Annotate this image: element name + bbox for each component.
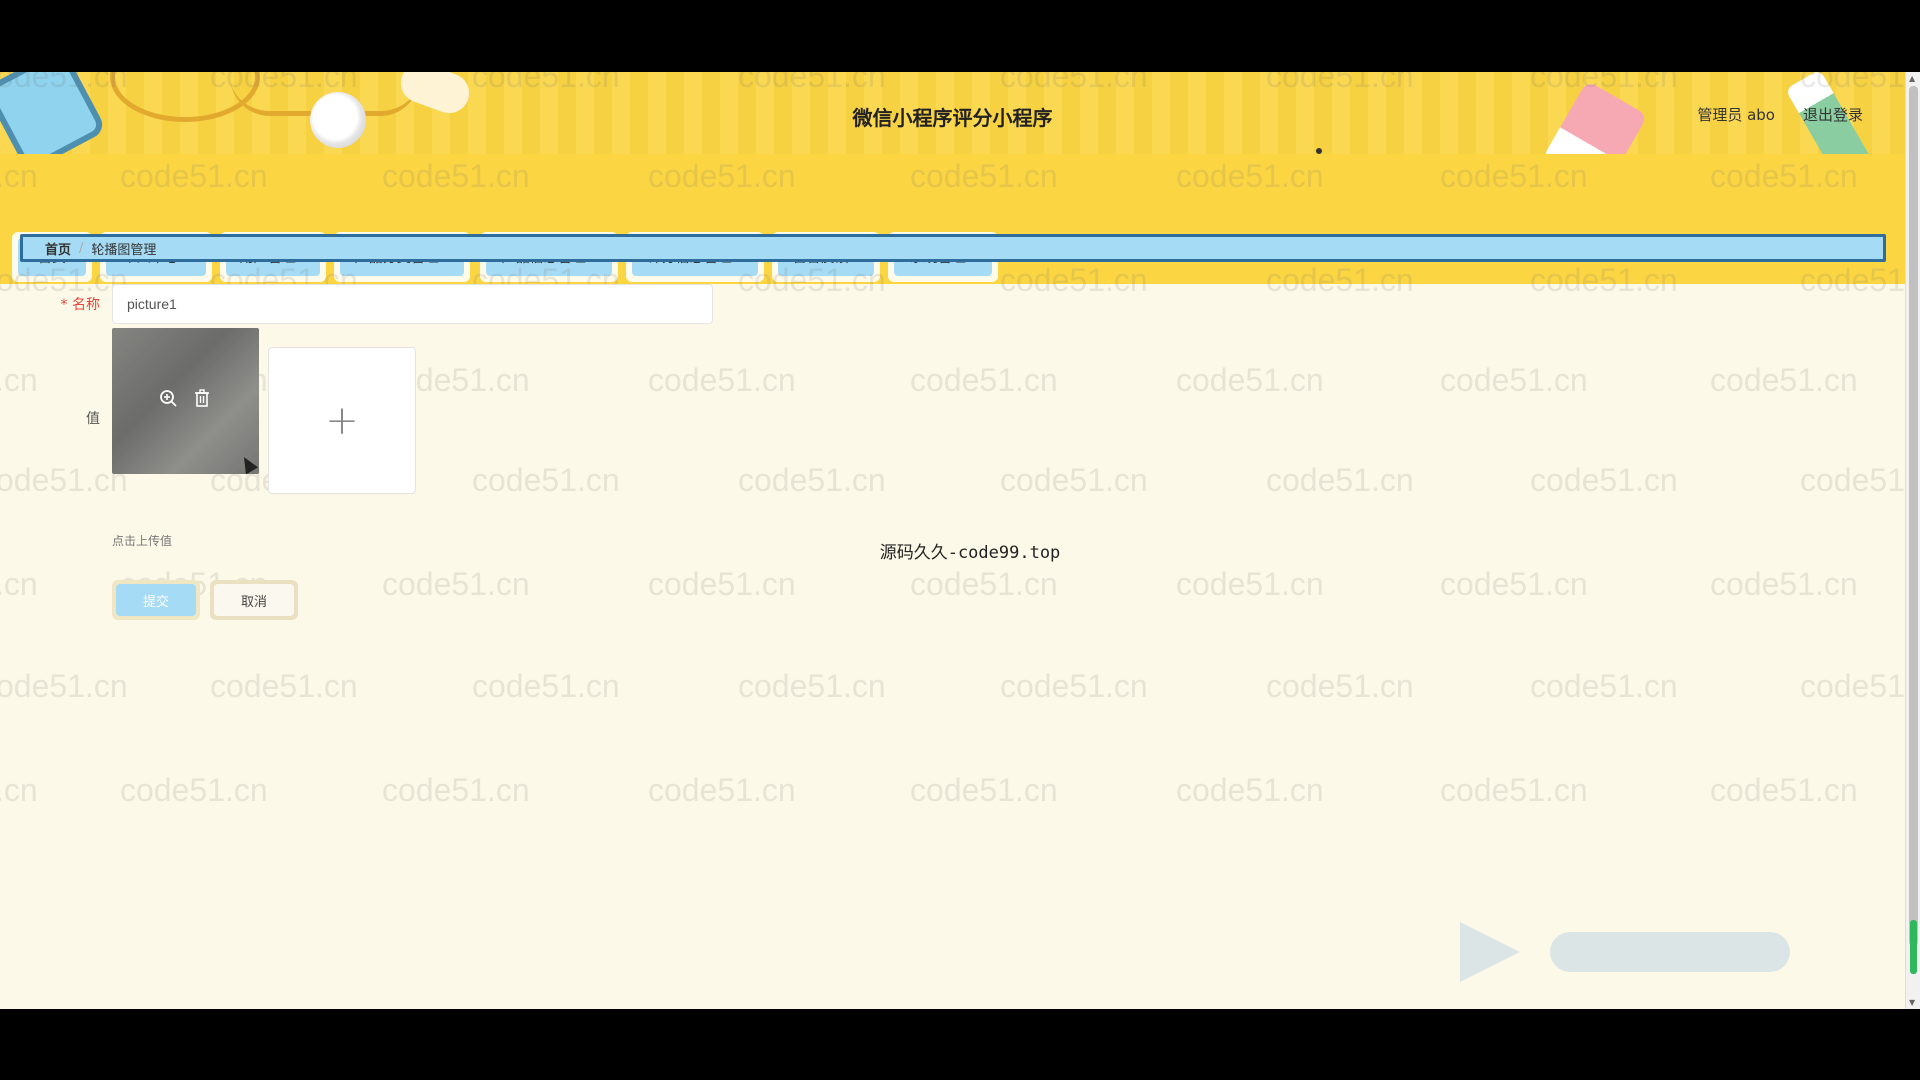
logout-link[interactable]: 退出登录 xyxy=(1803,104,1863,125)
watermark-text: code51.cn xyxy=(1440,772,1588,808)
watermark-text: code51.cn xyxy=(1000,462,1148,498)
watermark-text: code51.cn xyxy=(1710,772,1858,808)
submit-button[interactable]: 提交 xyxy=(112,580,200,620)
watermark-text: code51.cn xyxy=(1266,668,1414,704)
thumbnail-overlay xyxy=(112,328,259,474)
breadcrumb-current: 轮播图管理 xyxy=(91,242,157,258)
trash-icon[interactable] xyxy=(192,388,212,408)
scroll-down-arrow-icon[interactable]: ▼ xyxy=(1909,998,1915,1007)
required-mark: * xyxy=(60,297,68,313)
watermark-text: code51.cn xyxy=(1000,668,1148,704)
watermark-text: code51.cn xyxy=(1176,362,1324,398)
watermark-text: code51.cn xyxy=(382,772,530,808)
user-info: 管理员 abo xyxy=(1697,106,1775,124)
watermark-text: code51.cn xyxy=(1530,668,1678,704)
watermark-text: code51.cn xyxy=(0,462,128,498)
uploaded-image-thumbnail[interactable] xyxy=(112,328,259,474)
image-upload-button[interactable]: + xyxy=(268,347,416,494)
main-nav: 首页 个人中心⌄ 用户管理⌄ 产品分类管理⌄ 产品信息管理⌄ 评分信息管理⌄ 留… xyxy=(0,154,1905,284)
watermark-text: code51.cn xyxy=(1176,566,1324,602)
value-label: 值 xyxy=(86,411,100,427)
vertical-scrollbar[interactable]: ▲ ▼ xyxy=(1905,72,1920,1009)
app-window: 微信小程序评分小程序 管理员 abo 退出登录 首页 个人中心⌄ 用户管理⌄ 产… xyxy=(0,72,1920,1009)
plus-icon: + xyxy=(325,397,359,444)
watermark-text: code51.cn xyxy=(1800,462,1920,498)
zoom-in-icon[interactable] xyxy=(158,388,178,408)
faded-logo-watermark xyxy=(1460,922,1790,982)
source-watermark: 源码久久-code99.top xyxy=(879,543,1061,563)
cancel-button[interactable]: 取消 xyxy=(210,580,298,620)
scroll-up-arrow-icon[interactable]: ▲ xyxy=(1909,74,1915,83)
watermark-text: code51.cn xyxy=(1266,462,1414,498)
cancel-button-label: 取消 xyxy=(214,584,294,616)
watermark-text: code51.cn xyxy=(1530,462,1678,498)
watermark-text: code51.cn xyxy=(910,362,1058,398)
watermark-text: code51.cn xyxy=(738,668,886,704)
watermark-text: code51.cn xyxy=(1440,566,1588,602)
header: 微信小程序评分小程序 管理员 abo 退出登录 xyxy=(0,72,1905,154)
watermark-text: code51.cn xyxy=(0,566,38,602)
watermark-text: code51.cn xyxy=(648,566,796,602)
watermark-text: code51.cn xyxy=(648,362,796,398)
breadcrumb-separator: / xyxy=(79,240,84,256)
scrollbar-thumb[interactable] xyxy=(1909,86,1918,946)
breadcrumb: 首页 / 轮播图管理 xyxy=(20,234,1886,262)
watermark-text: code51.cn xyxy=(0,772,38,808)
watermark-text: code51.cn xyxy=(210,668,358,704)
watermark-text: code51.cn xyxy=(0,362,38,398)
watermark-text: code51.cn xyxy=(0,668,128,704)
watermark-text: code51.cn xyxy=(1440,362,1588,398)
scroll-indicator xyxy=(1910,920,1917,974)
watermark-text: code51.cn xyxy=(738,462,886,498)
watermark-text: code51.cn xyxy=(910,772,1058,808)
name-label: * 名称 xyxy=(40,294,100,314)
watermark-text: code51.cn xyxy=(120,772,268,808)
watermark-text: code51.cn xyxy=(1800,668,1920,704)
watermark-text: code51.cn xyxy=(472,462,620,498)
breadcrumb-home[interactable]: 首页 xyxy=(45,239,71,258)
app-title: 微信小程序评分小程序 xyxy=(852,106,1053,130)
watermark-text: code51.cn xyxy=(1710,566,1858,602)
submit-button-label: 提交 xyxy=(116,584,196,616)
watermark-text: code51.cn xyxy=(382,566,530,602)
name-input[interactable] xyxy=(112,284,713,324)
watermark-text: code51.cn xyxy=(472,668,620,704)
watermark-text: code51.cn xyxy=(1710,362,1858,398)
watermark-text: code51.cn xyxy=(1176,772,1324,808)
name-label-text: 名称 xyxy=(72,297,100,313)
watermark-text: code51.cn xyxy=(910,566,1058,602)
watermark-text: code51.cn xyxy=(648,772,796,808)
